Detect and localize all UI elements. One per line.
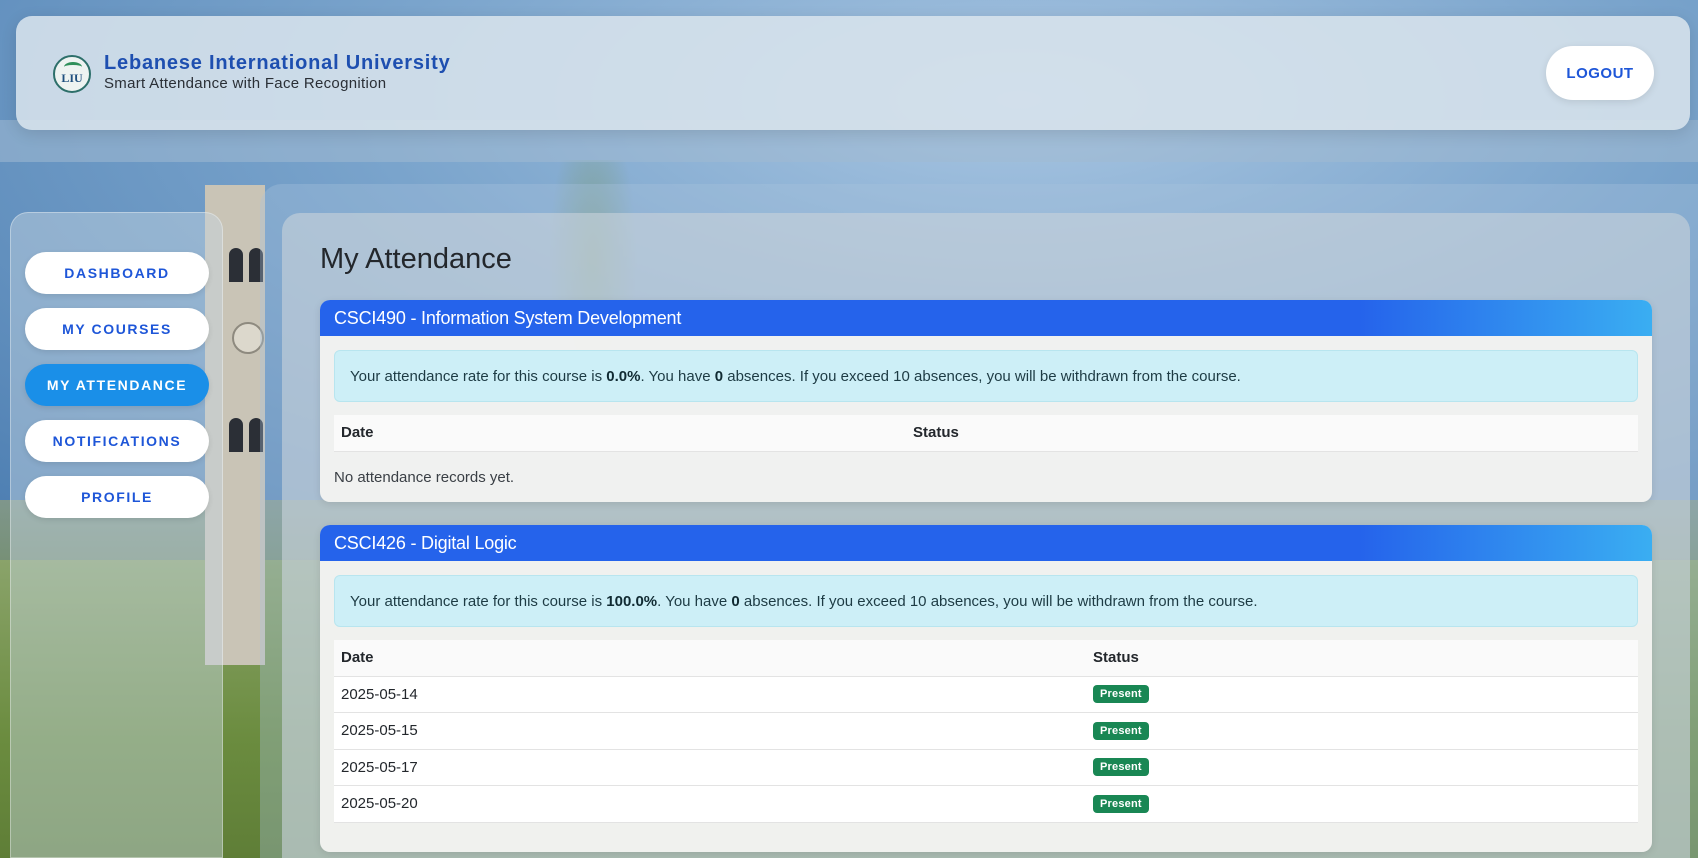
attendance-table: Date Status 2025-05-14 Present 2025-05-15 P… [334, 640, 1638, 823]
attendance-alert: Your attendance rate for this course is … [334, 575, 1638, 627]
course-card: CSCI490 - Information System Development… [320, 300, 1652, 502]
attendance-table: Date Status [334, 415, 1638, 452]
university-logo-icon: LIU [53, 55, 91, 93]
table-row: 2025-05-15 Present [334, 713, 1638, 750]
logo-leaf-icon [64, 62, 82, 72]
table-header-row: Date Status [334, 640, 1638, 677]
page-title: My Attendance [320, 243, 512, 275]
attendance-alert: Your attendance rate for this course is … [334, 350, 1638, 402]
sidebar-item-my-courses[interactable]: MY COURSES [25, 308, 209, 350]
table-row: 2025-05-14 Present [334, 676, 1638, 713]
status-badge: Present [1093, 685, 1149, 704]
attendance-rate: 100.0% [606, 592, 658, 610]
record-date: 2025-05-14 [341, 685, 418, 703]
sidebar-item-profile[interactable]: PROFILE [25, 476, 209, 518]
alert-text-mid: . You have [640, 367, 715, 385]
record-status-cell: Present [1093, 677, 1149, 713]
record-status-cell: Present [1093, 750, 1149, 786]
alert-text-prefix: Your attendance rate for this course is [350, 592, 607, 610]
course-card-title: CSCI490 - Information System Development [320, 300, 1652, 336]
course-card: CSCI426 - Digital Logic Your attendance … [320, 525, 1652, 852]
alert-text-suffix: absences. If you exceed 10 absences, you… [739, 592, 1258, 610]
column-header-date: Date [341, 424, 374, 442]
record-status-cell: Present [1093, 786, 1149, 822]
column-header-status: Status [913, 424, 959, 442]
record-date: 2025-05-20 [341, 795, 418, 813]
absence-count: 0 [714, 367, 724, 385]
table-header-row: Date Status [334, 415, 1638, 452]
attendance-rate: 0.0% [606, 367, 641, 385]
brand-title: Lebanese International University [104, 52, 451, 74]
tower-window [229, 418, 243, 452]
sidebar-item-notifications[interactable]: NOTIFICATIONS [25, 420, 209, 462]
empty-records-message: No attendance records yet. [334, 469, 515, 486]
logo-text: LIU [61, 70, 83, 85]
record-status-cell: Present [1093, 713, 1149, 749]
course-card-title: CSCI426 - Digital Logic [320, 525, 1652, 561]
column-header-date: Date [341, 649, 374, 667]
tower-window [229, 248, 243, 282]
record-date: 2025-05-15 [341, 722, 418, 740]
status-badge: Present [1093, 758, 1149, 777]
table-row: 2025-05-20 Present [334, 786, 1638, 823]
status-badge: Present [1093, 794, 1149, 813]
record-date: 2025-05-17 [341, 758, 418, 776]
status-badge: Present [1093, 721, 1149, 740]
brand-subtitle: Smart Attendance with Face Recognition [104, 75, 387, 92]
absence-count: 0 [731, 592, 740, 610]
table-row: 2025-05-17 Present [334, 749, 1638, 786]
alert-text-mid: . You have [657, 592, 732, 610]
sidebar-item-dashboard[interactable]: DASHBOARD [25, 252, 209, 294]
logout-button[interactable]: LOGOUT [1546, 46, 1654, 100]
alert-text-suffix: absences. If you exceed 10 absences, you… [723, 367, 1241, 385]
alert-text-prefix: Your attendance rate for this course is [350, 367, 607, 385]
sidebar-item-my-attendance[interactable]: MY ATTENDANCE [25, 364, 209, 406]
column-header-status: Status [1093, 649, 1139, 667]
